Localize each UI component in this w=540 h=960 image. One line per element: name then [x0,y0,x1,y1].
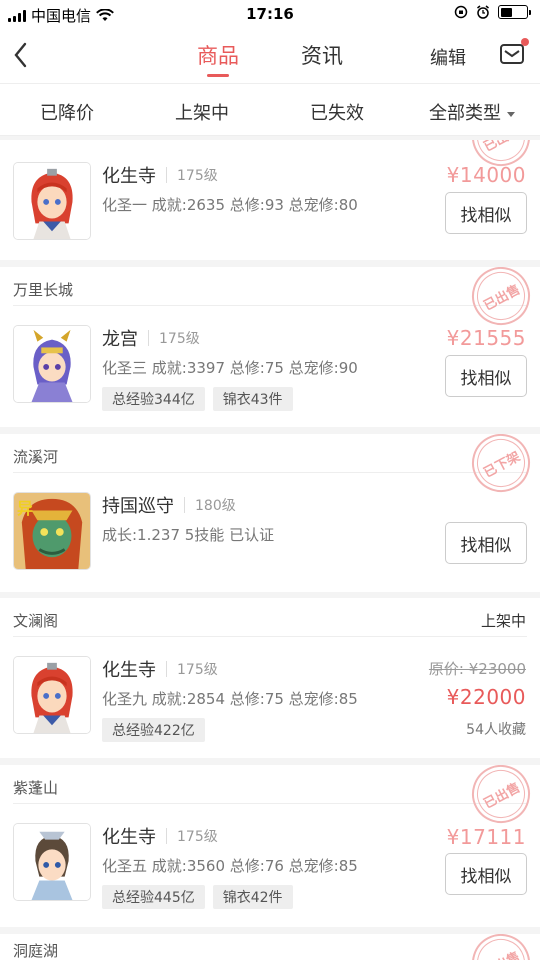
chevron-left-icon[interactable] [10,40,34,70]
rotation-lock-icon [454,5,468,19]
character-portrait-icon [14,163,90,239]
level-label: 175级 [177,829,218,845]
filter-all-types-label: 全部类型 [429,103,501,124]
tab-news-label: 资讯 [301,44,343,68]
level-label: 175级 [159,331,200,347]
battery-icon [498,5,531,19]
level-label: 180级 [195,498,236,514]
delisted-stamp-icon: 已下架 [461,434,540,503]
listing-description: 化圣一 成就:2635 总修:93 总宠修:80 [102,196,358,214]
price: ¥21555 [446,326,526,350]
sold-stamp-icon: 已出售 [461,267,540,336]
variant-badge: 异 [17,499,34,518]
stamp-text: 已出售 [479,945,522,960]
filter-price-dropped[interactable]: 已降价 [40,99,94,125]
mail-button[interactable] [499,38,529,66]
listing-card[interactable]: 流溪河 已下架 异 持国巡守 180级 成长:1.237 5技能 已认证 找相似 [0,434,540,592]
battery-level [500,7,512,17]
listing-card[interactable]: 文澜阁 上架中 化生寺 175级 化圣九 成就:2854 总修:75 总宠修:8… [0,598,540,758]
listing-card[interactable]: 洞庭湖 已出售 [0,934,540,960]
find-similar-button[interactable]: 找相似 [445,192,527,234]
pet-name: 持国巡守 [102,496,174,517]
tag-list: 总经验445亿 锦衣42件 [102,885,293,909]
nav-bar: 商品 资讯 编辑 [0,28,540,84]
alarm-icon [477,5,489,19]
listing-card[interactable]: 已出售 化生寺 175级 化圣一 成就:2635 总修:93 总宠修:80 ¥1… [0,140,540,260]
listing-state: 上架中 [480,612,526,630]
character-portrait-icon [14,657,90,733]
price: ¥22000 [446,685,526,709]
favorite-count: 54人收藏 [466,722,526,738]
stamp-text: 已出售 [481,281,523,314]
level-label: 175级 [177,662,218,678]
server-name: 紫蓬山 [13,779,59,797]
filter-on-sale[interactable]: 上架中 [175,99,229,125]
listing-description: 化圣三 成就:3397 总修:75 总宠修:90 [102,359,358,377]
listing-card[interactable]: 紫蓬山 已出售 化生寺 175级 化圣五 成就:3560 总修:76 总宠修:8… [0,765,540,927]
notification-dot [521,38,529,46]
listing-description: 成长:1.237 5技能 已认证 [102,526,275,544]
server-name: 洞庭湖 [13,942,59,960]
tag: 总经验422亿 [102,718,205,742]
dropdown-caret-icon [507,111,515,117]
stamp-text: 已下架 [481,448,523,481]
stamp-text: 已出售 [481,779,523,812]
tag: 总经验445亿 [102,885,205,909]
filter-bar: 已降价 上架中 已失效 全部类型 [0,84,540,136]
original-price: 原价: ¥23000 [428,660,526,678]
server-name: 万里长城 [13,281,74,299]
sold-stamp-icon: 已出售 [461,765,540,834]
character-avatar [13,325,91,403]
character-avatar [13,823,91,901]
level-label: 175级 [177,168,218,184]
tag: 锦衣42件 [212,885,293,909]
character-portrait-icon [14,326,90,402]
school-name: 龙宫 [102,329,138,350]
character-avatar [13,162,91,240]
tag-list: 总经验422亿 [102,718,205,742]
listing-description: 化圣五 成就:3560 总修:76 总宠修:85 [102,857,358,875]
find-similar-button[interactable]: 找相似 [445,522,527,564]
tag: 锦衣43件 [212,387,293,411]
sold-stamp-icon: 已出售 [461,934,540,960]
listing-description: 化圣九 成就:2854 总修:75 总宠修:85 [102,690,358,708]
listing-card[interactable]: 万里长城 已出售 龙宫 175级 化圣三 成就:3397 总修:75 总宠修:9… [0,267,540,427]
find-similar-button[interactable]: 找相似 [445,355,527,397]
active-tab-indicator [207,74,229,77]
tab-products-label: 商品 [197,44,239,68]
tab-products[interactable]: 商品 [197,40,239,77]
stamp-text: 已出售 [479,140,522,155]
character-avatar [13,656,91,734]
filter-all-types[interactable]: 全部类型 [429,99,515,125]
school-name: 化生寺 [102,660,156,681]
price: ¥14000 [446,163,526,187]
tag: 总经验344亿 [102,387,205,411]
school-name: 化生寺 [102,166,156,187]
edit-button[interactable]: 编辑 [430,44,466,70]
server-name: 流溪河 [13,448,59,466]
server-name: 文澜阁 [13,612,59,630]
tab-news[interactable]: 资讯 [301,40,343,70]
tag-list: 总经验344亿 锦衣43件 [102,387,293,411]
find-similar-button[interactable]: 找相似 [445,853,527,895]
filter-expired[interactable]: 已失效 [310,99,364,125]
status-bar: 中国电信 17:16 [0,0,540,28]
character-portrait-icon [14,824,90,900]
mail-icon [500,44,524,64]
school-name: 化生寺 [102,827,156,848]
price: ¥17111 [446,825,526,849]
favorites-page: 中国电信 17:16 商品 资讯 编辑 已降价 上架中 已失效 全部类型 化生寺… [0,0,540,960]
pet-avatar: 异 [13,492,91,570]
